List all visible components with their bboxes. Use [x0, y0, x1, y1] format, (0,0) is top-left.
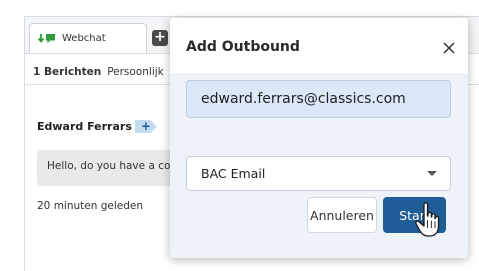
- chat-subnav: 1 Berichten Persoonlijk: [33, 66, 164, 78]
- chevron-down-icon: [427, 171, 437, 176]
- channel-select[interactable]: BAC Email: [186, 156, 451, 191]
- cancel-button[interactable]: Annuleren: [307, 197, 377, 233]
- modal-header: Add Outbound: [170, 18, 468, 73]
- channel-select-value: BAC Email: [201, 166, 266, 181]
- close-icon: [443, 42, 455, 54]
- modal-body: BAC Email Annuleren Start: [170, 73, 468, 258]
- contact-header: Edward Ferrars +: [37, 120, 157, 133]
- webchat-icon: [38, 33, 56, 45]
- personal-filter[interactable]: Persoonlijk: [107, 66, 164, 78]
- add-contact-button[interactable]: +: [134, 120, 157, 133]
- close-button[interactable]: [438, 37, 460, 59]
- tab-webchat[interactable]: Webchat: [29, 23, 147, 53]
- tab-webchat-label: Webchat: [62, 33, 106, 44]
- add-tab-button[interactable]: +: [152, 30, 168, 46]
- add-outbound-modal: Add Outbound BAC Email Annuleren Start: [170, 18, 468, 258]
- message-count[interactable]: 1 Berichten: [33, 66, 101, 78]
- modal-title: Add Outbound: [186, 39, 300, 55]
- contact-name: Edward Ferrars: [37, 120, 132, 133]
- email-input[interactable]: [186, 80, 451, 118]
- start-button[interactable]: Start: [383, 197, 446, 233]
- message-timestamp: 20 minuten geleden: [37, 200, 144, 212]
